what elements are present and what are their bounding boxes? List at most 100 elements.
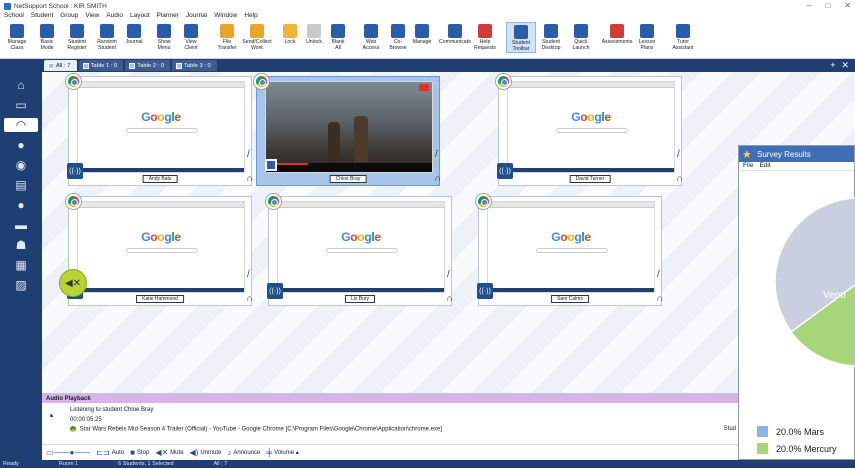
minimize-button[interactable]: – <box>807 1 811 10</box>
globe-icon[interactable]: ◉ <box>13 158 29 172</box>
basic-mode-button[interactable]: Basic Mode <box>32 22 62 51</box>
add-tab-button[interactable]: + <box>830 60 835 71</box>
volume-icon: ╪ <box>266 448 273 457</box>
student-register-button[interactable]: Student Register <box>62 22 92 51</box>
student-screen: Google <box>77 201 245 293</box>
headphones-icon[interactable]: ∩ <box>657 293 663 303</box>
volume-button[interactable]: ╪ Volume ▴ <box>266 448 298 457</box>
menu-help[interactable]: Help <box>244 12 257 22</box>
manage-button[interactable]: Manage <box>410 22 434 45</box>
help-requests-button[interactable]: Help Requests <box>470 22 500 51</box>
tutor-assistant-button[interactable]: Tutor Assistant <box>668 22 698 51</box>
student-thumbnail-chloe-bray[interactable]: / ∩ Chloe Bray <box>254 74 443 186</box>
microphone-icon[interactable]: / <box>657 269 665 283</box>
home-icon[interactable]: ⌂ <box>13 78 29 92</box>
student-thumbnail-andy-bats[interactable]: Google ((·)) / ∩ Andy Bats <box>66 74 255 186</box>
student-thumbnail-katie-hammond[interactable]: Google((·))/∩◀✕Katie Hammond <box>59 194 255 306</box>
monitor-icon[interactable]: ▭ <box>13 98 29 112</box>
microphone-icon[interactable]: / <box>435 149 443 163</box>
microphone-icon[interactable]: / <box>677 149 685 163</box>
audio-wave-icon[interactable]: ((·)) <box>477 283 493 299</box>
quick-launch-button[interactable]: Quick Launch <box>566 22 596 51</box>
headphones-icon[interactable]: ∩ <box>247 293 253 303</box>
random-student-button[interactable]: Random Student <box>92 22 122 51</box>
headphones-icon[interactable]: ∩ <box>447 293 453 303</box>
menu-window[interactable]: Window <box>214 12 237 22</box>
view-client-button[interactable]: View Client <box>176 22 206 51</box>
microphone-icon[interactable]: / <box>447 269 455 283</box>
microphone-icon[interactable]: / <box>247 149 255 163</box>
random-student-icon <box>100 24 114 38</box>
blank-all-button[interactable]: Blank All <box>326 22 350 51</box>
student-taskbar <box>78 168 244 172</box>
survey-results-window[interactable]: ★ Survey Results File Edit Venu 20.0% Ma… <box>738 145 855 460</box>
image-icon[interactable]: ▨ <box>13 278 29 292</box>
student-thumbnail-sam-calms[interactable]: Google ((·)) / ∩ Sam Calms <box>476 194 665 306</box>
audio-wave-icon[interactable]: ((·)) <box>67 163 83 179</box>
users-icon[interactable]: ☗ <box>13 238 29 252</box>
web-access-button[interactable]: Web Access <box>356 22 386 51</box>
auto-button[interactable]: ⊏⊐ Auto <box>96 448 124 457</box>
chat-icon[interactable]: ● <box>13 138 29 152</box>
microphone-icon[interactable]: / <box>247 269 255 283</box>
grid-icon[interactable]: ▦ <box>13 258 29 272</box>
unmute-button[interactable]: ◀) Unmute <box>190 448 222 457</box>
headphones-icon[interactable]: ◠ <box>4 118 38 132</box>
student-taskbar <box>488 288 654 292</box>
send-collect-work-button[interactable]: Send/Collect Work <box>242 22 272 51</box>
control-label: Stop <box>136 449 150 456</box>
tab-table-3-0[interactable]: Table 3 : 0 <box>172 60 217 71</box>
student-thumbnail-david-turner[interactable]: Google ((·)) / ∩ David Turner <box>496 74 685 186</box>
video-figure <box>354 116 368 162</box>
google-search-box <box>536 248 608 253</box>
co-browse-button[interactable]: Co-Browse <box>386 22 410 51</box>
tab-all-7[interactable]: All : 7 <box>44 60 77 71</box>
info-icon[interactable]: ● <box>13 198 29 212</box>
announce-button[interactable]: ♪ Announce <box>227 448 260 457</box>
help-requests-icon <box>478 24 492 38</box>
student-toolbar-icon <box>514 25 528 39</box>
menu-journal[interactable]: Journal <box>186 12 207 22</box>
tab-table-1-0[interactable]: Table 1 : 0 <box>78 60 124 71</box>
printer-icon[interactable]: ▬ <box>13 218 29 232</box>
unlock-button[interactable]: Unlock <box>302 22 326 45</box>
menu-view[interactable]: View <box>85 12 99 22</box>
window-icon[interactable]: ▤ <box>13 178 29 192</box>
menu-school[interactable]: School <box>4 12 24 22</box>
menu-planner[interactable]: Planner <box>157 12 179 22</box>
assessments-button[interactable]: Assessments <box>602 22 632 45</box>
student-thumbnail-liz-bury[interactable]: Google ((·)) / ∩ Liz Bury <box>266 194 455 306</box>
student-toolbar-button[interactable]: Student Toolbar <box>506 22 536 53</box>
lesson-plans-button[interactable]: Lesson Plans <box>632 22 662 51</box>
show-menu-button[interactable]: Show Menu <box>152 22 176 51</box>
communicate-button[interactable]: Communicate <box>439 22 472 45</box>
audio-wave-icon[interactable]: ((·)) <box>497 163 513 179</box>
manage-class-button[interactable]: Manage Class <box>2 22 32 51</box>
tab-table-2-0[interactable]: Table 2 : 0 <box>125 60 170 71</box>
survey-menu-edit[interactable]: Edit <box>759 162 770 170</box>
headphones-icon[interactable]: ∩ <box>247 173 253 183</box>
mute-button[interactable]: ◀✕ Mute <box>155 448 183 457</box>
lock-button[interactable]: Lock <box>278 22 302 45</box>
close-tab-button[interactable]: ✕ <box>841 60 849 71</box>
google-logo: Google <box>488 230 654 244</box>
menu-group[interactable]: Group <box>60 12 78 22</box>
volume-slider[interactable]: ▭——●—— <box>46 448 90 457</box>
menu-audio[interactable]: Audio <box>106 12 123 22</box>
stop-icon[interactable] <box>265 159 277 171</box>
headphones-icon[interactable]: ∩ <box>677 173 683 183</box>
audio-wave-icon[interactable]: ((·)) <box>267 283 283 299</box>
maximize-button[interactable]: □ <box>825 1 830 10</box>
menu-student[interactable]: Student <box>31 12 53 22</box>
student-desktop-button[interactable]: Student Desktop <box>536 22 566 51</box>
menu-layout[interactable]: Layout <box>130 12 150 22</box>
stop-button[interactable]: ■ Stop <box>130 448 149 457</box>
close-button[interactable]: ✕ <box>844 1 851 10</box>
journal-button[interactable]: Journal <box>122 22 146 45</box>
headphones-icon[interactable]: ∩ <box>435 173 441 183</box>
file-transfer-button[interactable]: File Transfer <box>212 22 242 51</box>
quick-launch-icon <box>574 24 588 38</box>
mute-icon[interactable]: ◀✕ <box>59 269 87 297</box>
toolbar-label: Communicate <box>439 39 472 45</box>
survey-menu-file[interactable]: File <box>743 162 753 170</box>
